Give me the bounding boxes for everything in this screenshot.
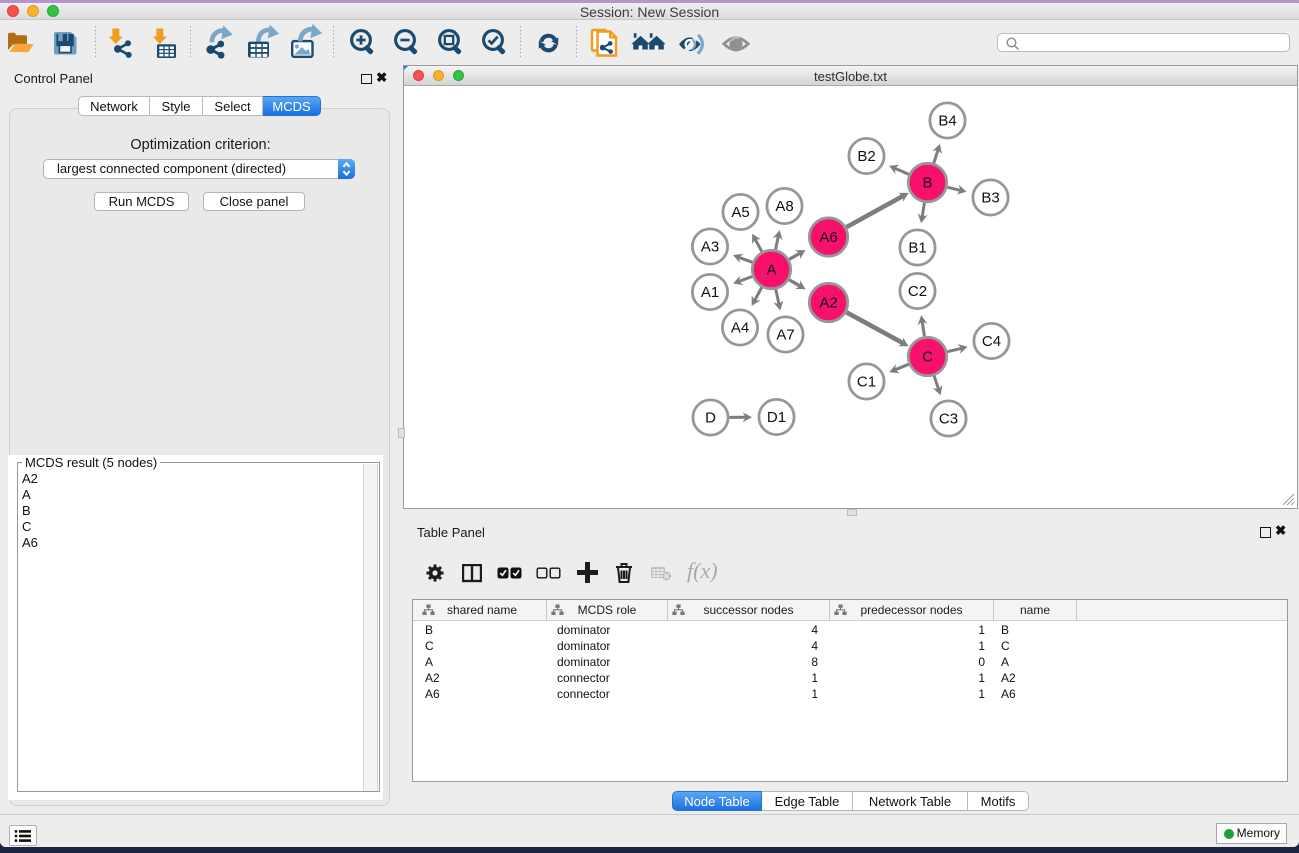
svg-text:D1: D1 [767, 409, 786, 426]
svg-text:A4: A4 [731, 320, 749, 337]
svg-text:D: D [705, 410, 716, 427]
svg-text:C4: C4 [982, 333, 1001, 350]
svg-text:A: A [766, 262, 776, 279]
svg-text:A8: A8 [775, 198, 793, 215]
svg-text:A2: A2 [819, 295, 837, 312]
svg-text:B2: B2 [857, 148, 875, 165]
svg-text:A1: A1 [701, 284, 719, 301]
svg-text:C1: C1 [857, 374, 876, 391]
svg-text:B1: B1 [908, 240, 926, 257]
svg-text:B: B [922, 175, 932, 192]
svg-text:A5: A5 [731, 204, 749, 221]
svg-text:C3: C3 [939, 411, 958, 428]
svg-text:B4: B4 [938, 113, 956, 130]
svg-text:A7: A7 [776, 327, 794, 344]
svg-text:B3: B3 [981, 190, 999, 207]
svg-text:A3: A3 [701, 239, 719, 256]
svg-text:C2: C2 [908, 283, 927, 300]
svg-text:C: C [922, 349, 933, 366]
svg-text:A6: A6 [819, 229, 837, 246]
